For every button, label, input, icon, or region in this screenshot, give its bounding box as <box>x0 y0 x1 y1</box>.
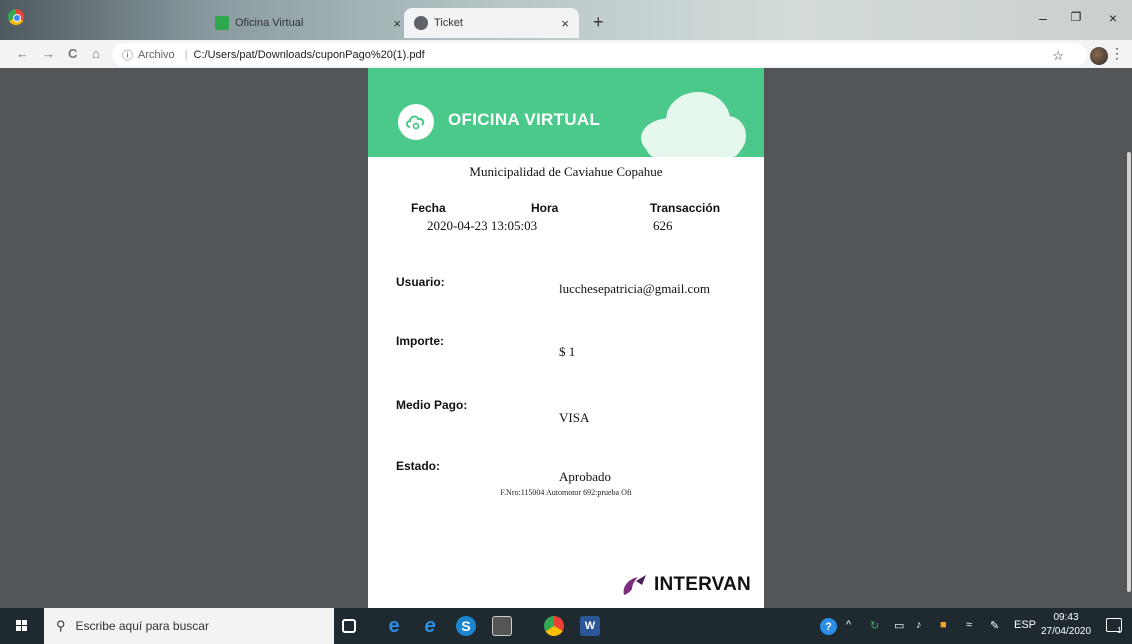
pen-icon[interactable]: ✎ <box>990 619 999 632</box>
intervan-logo: INTERVAN <box>620 573 751 597</box>
sync-icon[interactable]: ↻ <box>870 619 879 632</box>
wifi-icon[interactable]: ≈ <box>966 619 972 631</box>
calculator-icon[interactable] <box>492 616 512 636</box>
estado-value: Aprobado <box>559 469 611 484</box>
usuario-value: lucchesepatricia@gmail.com <box>559 281 710 296</box>
ie-icon[interactable]: e <box>420 615 440 637</box>
hora-label: Hora <box>531 201 559 215</box>
windows-start-icon[interactable] <box>16 620 28 632</box>
clock[interactable]: 09:43 27/04/2020 <box>1038 611 1094 639</box>
close-window-button[interactable]: × <box>1098 10 1128 26</box>
address-url[interactable]: C:/Users/pat/Downloads/cuponPago%20(1).p… <box>194 49 425 61</box>
app-tray-icon[interactable]: ■ <box>940 619 947 631</box>
notification-count: 1 <box>1117 626 1122 635</box>
word-icon[interactable]: W <box>580 616 600 636</box>
fecha-label: Fecha <box>411 201 446 215</box>
volume-icon[interactable]: ♪ <box>916 619 922 631</box>
pdf-page: OFICINA VIRTUAL Municipalidad de Caviahu… <box>368 68 764 608</box>
tab-label: Oficina Virtual <box>235 17 304 29</box>
oficina-virtual-favicon-icon <box>215 16 229 30</box>
menu-icon[interactable]: ⋮ <box>1110 45 1124 62</box>
transaccion-label: Transacción <box>650 201 721 215</box>
cloud-logo-icon <box>398 104 434 140</box>
banner-title: OFICINA VIRTUAL <box>448 110 601 129</box>
clock-time: 09:43 <box>1053 612 1079 623</box>
home-button[interactable]: ⌂ <box>92 46 100 61</box>
toolbar: ← → C ⌂ ⓘ Archivo | C:/Users/pat/Downloa… <box>0 40 1132 68</box>
transaccion-value: 626 <box>653 218 673 233</box>
close-tab-icon[interactable]: × <box>393 16 401 31</box>
close-tab-icon[interactable]: × <box>561 16 569 31</box>
forward-button[interactable]: → <box>42 46 55 61</box>
intervan-brand: INTERVAN <box>654 574 751 595</box>
help-icon[interactable]: ? <box>820 618 837 635</box>
search-placeholder: Escribe aquí para buscar <box>75 619 209 633</box>
tab-label: Ticket <box>434 17 463 29</box>
taskbar: ⚲ Escribe aquí para buscar e e S W ? ^ ↻… <box>0 608 1132 644</box>
pdf-scrollbar-thumb[interactable] <box>1127 152 1131 592</box>
tab-oficina-virtual[interactable]: Oficina Virtual × <box>215 8 405 38</box>
importe-value: $ 1 <box>559 344 576 359</box>
chrome-taskbar-icon[interactable] <box>544 616 564 636</box>
medio-pago-value: VISA <box>559 410 590 425</box>
taskbar-search[interactable]: ⚲ Escribe aquí para buscar <box>44 608 334 644</box>
profile-avatar[interactable] <box>1090 47 1108 65</box>
search-icon: ⚲ <box>56 618 66 633</box>
language-indicator[interactable]: ESP <box>1014 619 1036 631</box>
globe-favicon-icon <box>414 16 428 30</box>
browser-titlebar: Oficina Virtual × Ticket × + – ❐ × <box>0 0 1132 40</box>
task-view-icon[interactable] <box>342 619 356 633</box>
info-icon[interactable]: ⓘ <box>122 47 133 63</box>
estado-label: Estado: <box>396 459 441 473</box>
restore-button[interactable]: ❐ <box>1061 10 1091 24</box>
reload-button[interactable]: C <box>68 46 77 61</box>
datetime-value: 2020-04-23 13:05:03 <box>427 218 538 233</box>
address-bar[interactable]: ⓘ Archivo | C:/Users/pat/Downloads/cupon… <box>112 43 1087 66</box>
skype-icon[interactable]: S <box>456 616 476 636</box>
medio-pago-label: Medio Pago: <box>396 398 468 412</box>
minimize-button[interactable]: – <box>1028 10 1058 26</box>
battery-icon[interactable]: ▭ <box>894 619 904 632</box>
footer-note: F.Nro:115004 Automotor 692:prueba Ofi <box>500 488 632 497</box>
intervan-swoosh-icon <box>623 575 646 595</box>
chrome-icon[interactable] <box>8 9 24 25</box>
usuario-label: Usuario: <box>396 275 445 289</box>
tray-chevron-icon[interactable]: ^ <box>846 619 851 631</box>
tab-ticket[interactable]: Ticket × <box>404 8 579 38</box>
address-scheme: Archivo <box>138 48 175 61</box>
bookmark-star-icon[interactable]: ☆ <box>1052 48 1064 64</box>
new-tab-button[interactable]: + <box>593 12 604 33</box>
back-button[interactable]: ← <box>16 46 29 61</box>
oficina-virtual-banner: OFICINA VIRTUAL <box>368 68 764 157</box>
cloud-decoration-icon <box>641 92 746 157</box>
clock-date: 27/04/2020 <box>1040 626 1092 637</box>
importe-label: Importe: <box>396 334 444 348</box>
edge-icon[interactable]: e <box>384 615 404 637</box>
address-separator: | <box>184 48 188 61</box>
municipality-name: Municipalidad de Caviahue Copahue <box>469 164 663 179</box>
